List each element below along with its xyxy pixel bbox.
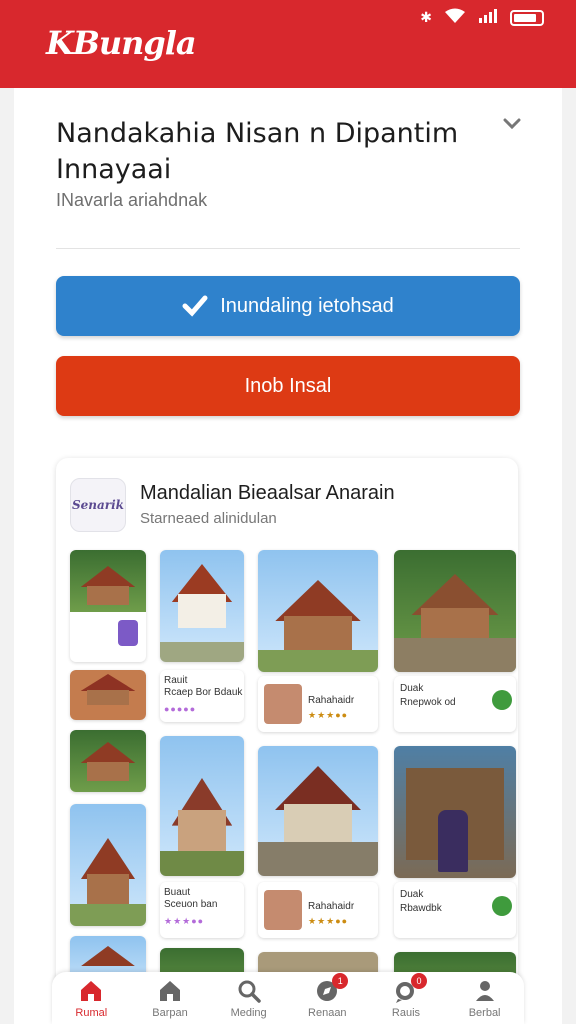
install-button[interactable]: Inob Insal bbox=[56, 356, 520, 416]
main-sheet: Nandakahia Nisan n Dipantim Innayaai INa… bbox=[14, 88, 562, 1024]
feature-card[interactable]: Senarik Mandalian Bieaalsar Anarain Star… bbox=[56, 458, 518, 1024]
signal-icon bbox=[478, 8, 498, 27]
primary-action-label: Inundaling ietohsad bbox=[220, 294, 394, 317]
nav-item-house[interactable]: Barpan bbox=[135, 977, 205, 1019]
gallery-tile[interactable] bbox=[70, 670, 146, 720]
tile-caption: Sceuon ban bbox=[164, 899, 218, 910]
nav-item-search[interactable]: Meding bbox=[214, 977, 284, 1019]
rating: ★★★●● bbox=[308, 916, 349, 926]
gallery-tile[interactable]: Rahahaidr ★★★●● bbox=[258, 676, 378, 732]
nav-label: Renaan bbox=[308, 1007, 347, 1019]
gallery-tile[interactable] bbox=[258, 550, 378, 672]
rating: ★★★●● bbox=[164, 916, 205, 926]
gallery-tile[interactable]: Rauit Rcaep Bor Bdauk ●●●●● bbox=[160, 670, 244, 722]
page-title: Nandakahia Nisan n Dipantim Innayaai bbox=[56, 118, 459, 185]
gallery-tile[interactable] bbox=[70, 804, 146, 926]
tile-caption: Rbawdbk bbox=[400, 903, 442, 914]
tile-caption: Rnepwok od bbox=[400, 697, 456, 708]
feature-subtitle: Starneaed alinidulan bbox=[140, 510, 277, 527]
tile-caption: Duak bbox=[400, 683, 424, 694]
gallery-tile[interactable] bbox=[394, 746, 516, 878]
tile-caption: Rahahaidr bbox=[308, 695, 355, 706]
chevron-down-icon[interactable] bbox=[502, 114, 522, 134]
gallery-tile[interactable] bbox=[70, 550, 146, 662]
battery-icon bbox=[510, 9, 544, 26]
gallery-tile[interactable] bbox=[70, 730, 146, 792]
bluetooth-icon: ✱ bbox=[420, 9, 432, 25]
gallery-tile[interactable] bbox=[394, 550, 516, 672]
app-icon-text: Senarik bbox=[72, 498, 124, 512]
tile-caption: Rcaep Bor Bdauk bbox=[164, 687, 243, 698]
app-logo[interactable]: KBungla bbox=[46, 24, 197, 62]
app-icon: Senarik bbox=[70, 478, 126, 532]
status-bar: ✱ bbox=[420, 8, 544, 27]
page-subtitle: INavarla ariahdnak bbox=[56, 190, 208, 210]
rating: ★★★●● bbox=[308, 710, 349, 720]
tile-caption: Rahahaidr bbox=[308, 901, 355, 912]
tile-caption: Duak bbox=[400, 889, 424, 900]
install-button-label: Inob Insal bbox=[244, 374, 332, 397]
search-icon bbox=[238, 980, 261, 1003]
bottom-navigation: Rumal Barpan Meding 1 Renaan 0 Rauis Ber… bbox=[52, 972, 524, 1024]
nav-item-home[interactable]: Rumal bbox=[56, 977, 126, 1019]
primary-action-button[interactable]: Inundaling ietohsad bbox=[56, 276, 520, 336]
gallery-tile[interactable]: Duak Rbawdbk bbox=[394, 882, 516, 938]
nav-label: Meding bbox=[230, 1007, 267, 1019]
profile-icon bbox=[475, 981, 494, 1001]
gallery-tile[interactable]: Duak Rnepwok od bbox=[394, 676, 516, 732]
gallery-tile[interactable] bbox=[258, 746, 378, 876]
divider bbox=[56, 248, 520, 249]
home-icon bbox=[81, 981, 102, 1001]
feature-title: Mandalian Bieaalsar Anarain bbox=[140, 482, 395, 504]
nav-label: Rumal bbox=[75, 1007, 108, 1019]
nav-item-profile[interactable]: Berbal bbox=[450, 977, 520, 1019]
nav-label: Barpan bbox=[152, 1007, 188, 1019]
gallery-tile[interactable]: Rahahaidr ★★★●● bbox=[258, 882, 378, 938]
rating: ●●●●● bbox=[164, 704, 197, 714]
wifi-icon bbox=[444, 8, 466, 27]
nav-item-compass[interactable]: 1 Renaan bbox=[292, 973, 362, 1019]
category-badge bbox=[492, 896, 512, 916]
notification-badge: 0 bbox=[410, 973, 427, 989]
nav-label: Rauis bbox=[391, 1007, 421, 1019]
nav-item-chat[interactable]: 0 Rauis bbox=[371, 973, 441, 1019]
gallery-tile[interactable] bbox=[160, 736, 244, 876]
notification-badge: 1 bbox=[332, 973, 349, 989]
house-icon bbox=[159, 981, 180, 1001]
nav-label: Berbal bbox=[468, 1007, 501, 1019]
gallery-tile[interactable] bbox=[160, 550, 244, 662]
category-badge bbox=[492, 690, 512, 710]
gallery-tile[interactable]: Buaut Sceuon ban ★★★●● bbox=[160, 882, 244, 938]
check-icon bbox=[182, 295, 208, 317]
app-header: KBungla ✱ bbox=[0, 0, 576, 88]
